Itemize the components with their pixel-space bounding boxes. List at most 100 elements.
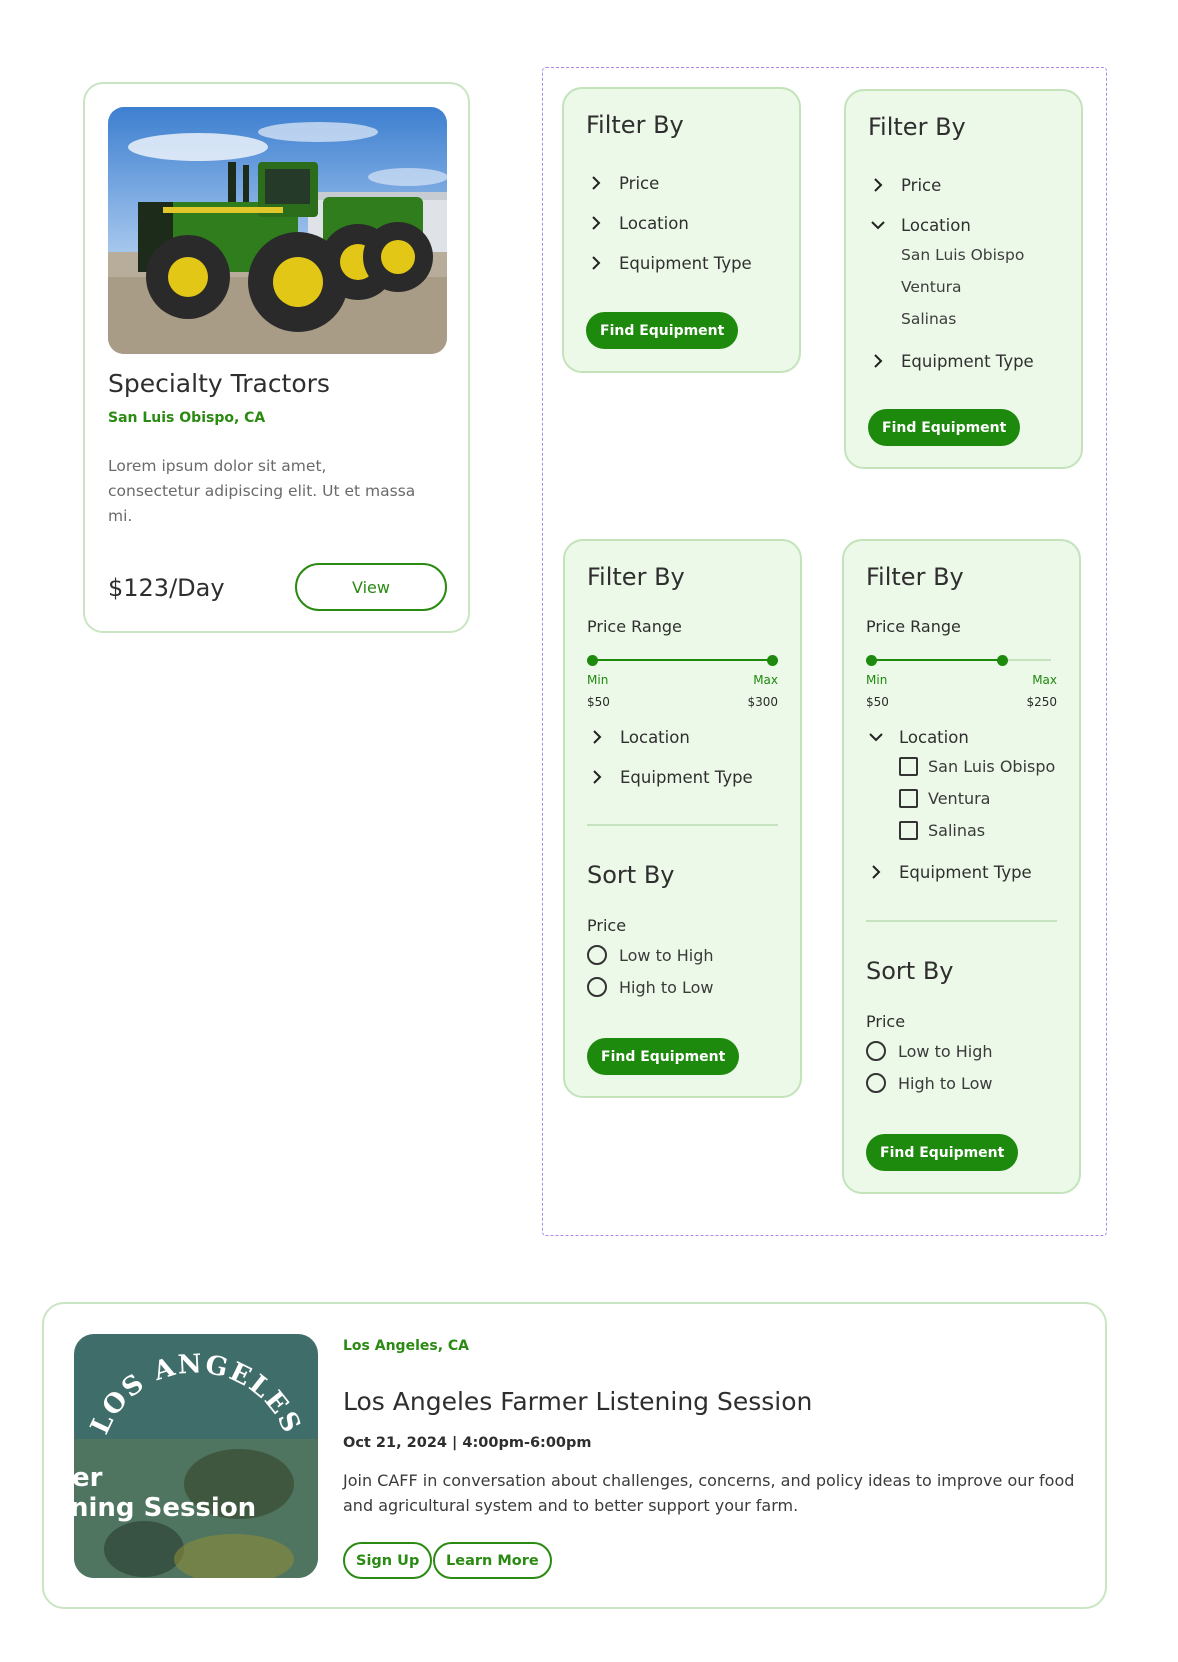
sort-price-label: Price	[587, 916, 627, 935]
sort-option-label: High to Low	[619, 977, 714, 997]
slider-max-handle[interactable]	[997, 655, 1009, 666]
filter-item-label: Price	[619, 173, 660, 193]
filter-item-label: Price	[901, 175, 942, 195]
filter-item-label: Location	[901, 215, 971, 235]
filter-item-label: Location	[620, 727, 690, 747]
location-option: Salinas	[928, 821, 986, 840]
slider-min-label: Min	[866, 673, 888, 687]
filter-item-location[interactable]: Location	[587, 724, 690, 750]
price-range-label: Price Range	[866, 617, 961, 636]
location-checkbox[interactable]: San Luis Obispo	[899, 757, 1055, 776]
slider-max-handle[interactable]	[767, 655, 778, 666]
filter-item-equipment-type[interactable]: Equipment Type	[587, 764, 753, 790]
find-equipment-button[interactable]: Find Equipment	[866, 1134, 1019, 1171]
location-option[interactable]: Salinas	[901, 310, 956, 328]
price-range-slider[interactable]	[866, 655, 1057, 666]
location-option: San Luis Obispo	[928, 757, 1056, 776]
slider-min-value: $50	[587, 695, 610, 709]
filter-item-label: Equipment Type	[901, 351, 1034, 371]
find-equipment-button[interactable]: Find Equipment	[868, 409, 1021, 446]
checkbox-icon[interactable]	[899, 789, 918, 808]
filter-heading: Filter By	[586, 111, 684, 139]
chevron-right-icon	[868, 351, 888, 371]
section-divider	[866, 920, 1057, 922]
filter-item-location[interactable]: Location	[866, 724, 969, 750]
filter-panel-collapsed: Filter By Price Location Equipment Type …	[562, 87, 801, 373]
event-card: LOS ANGELES er ning Session Los Angeles,…	[42, 1302, 1107, 1609]
sign-up-button[interactable]: Sign Up	[343, 1542, 433, 1579]
find-equipment-button[interactable]: Find Equipment	[587, 1038, 740, 1075]
filter-panel-full: Filter By Price Range Min Max $50 $250 L…	[842, 539, 1081, 1194]
chevron-right-icon	[586, 213, 606, 233]
radio-icon[interactable]	[866, 1073, 886, 1093]
filter-item-equipment-type[interactable]: Equipment Type	[866, 859, 1032, 885]
filter-heading: Filter By	[587, 563, 685, 591]
chevron-down-icon	[868, 215, 888, 235]
sort-low-to-high[interactable]: Low to High	[587, 945, 714, 965]
filter-item-label: Equipment Type	[620, 767, 753, 787]
location-checkbox[interactable]: Ventura	[899, 789, 990, 808]
slider-min-handle[interactable]	[866, 655, 877, 666]
slider-fill	[592, 659, 772, 661]
sort-option-label: Low to High	[898, 1041, 993, 1061]
filter-heading: Filter By	[866, 563, 964, 591]
filter-panel-price-range: Filter By Price Range Min Max $50 $300 L…	[563, 539, 802, 1098]
sort-high-to-low[interactable]: High to Low	[587, 977, 714, 997]
filter-item-location[interactable]: Location	[868, 212, 971, 238]
card-location: San Luis Obispo, CA	[108, 410, 266, 426]
sort-heading: Sort By	[866, 957, 954, 985]
chevron-right-icon	[586, 253, 606, 273]
filter-item-label: Equipment Type	[899, 862, 1032, 882]
chevron-right-icon	[586, 173, 606, 193]
sort-low-to-high[interactable]: Low to High	[866, 1041, 993, 1061]
checkbox-icon[interactable]	[899, 757, 918, 776]
learn-more-button[interactable]: Learn More	[433, 1542, 552, 1579]
card-description: Lorem ipsum dolor sit amet, consectetur …	[108, 457, 416, 525]
card-title: Specialty Tractors	[108, 369, 330, 398]
chevron-right-icon	[587, 727, 607, 747]
sort-high-to-low[interactable]: High to Low	[866, 1073, 993, 1093]
sort-price-label: Price	[866, 1012, 906, 1031]
price-range-label: Price Range	[587, 617, 682, 636]
section-divider	[587, 824, 778, 826]
tractor-photo	[108, 107, 447, 354]
slider-max-value: $250	[1026, 695, 1057, 709]
filter-item-price[interactable]: Price	[868, 172, 941, 198]
chevron-right-icon	[868, 175, 888, 195]
event-description: Join CAFF in conversation about challeng…	[343, 1471, 1075, 1515]
find-equipment-button[interactable]: Find Equipment	[586, 312, 739, 349]
price-range-slider[interactable]	[587, 655, 778, 666]
filter-item-equipment-type[interactable]: Equipment Type	[586, 250, 752, 276]
chevron-right-icon	[866, 862, 886, 882]
sort-option-label: High to Low	[898, 1073, 993, 1093]
sort-option-label: Low to High	[619, 945, 714, 965]
location-option[interactable]: Ventura	[901, 278, 962, 296]
filter-item-label: Equipment Type	[619, 253, 752, 273]
image-text-line2: ning Session	[74, 1493, 256, 1523]
slider-min-handle[interactable]	[587, 655, 598, 666]
sort-heading: Sort By	[587, 861, 675, 889]
view-button[interactable]: View	[295, 563, 447, 611]
filter-item-location[interactable]: Location	[586, 210, 689, 236]
location-option[interactable]: San Luis Obispo	[901, 246, 1024, 264]
event-date: Oct 21, 2024 | 4:00pm-6:00pm	[343, 1435, 592, 1451]
slider-min-value: $50	[866, 695, 889, 709]
card-price: $123/Day	[108, 574, 225, 602]
radio-icon[interactable]	[866, 1041, 886, 1061]
filter-item-label: Location	[899, 727, 969, 747]
location-checkbox[interactable]: Salinas	[899, 821, 985, 840]
event-image: LOS ANGELES er ning Session	[74, 1334, 318, 1578]
slider-min-label: Min	[587, 673, 609, 687]
radio-icon[interactable]	[587, 977, 607, 997]
slider-max-label: Max	[753, 673, 778, 687]
filter-item-equipment-type[interactable]: Equipment Type	[868, 348, 1034, 374]
radio-icon[interactable]	[587, 945, 607, 965]
chevron-down-icon	[866, 727, 886, 747]
image-text-line1: er	[74, 1463, 103, 1493]
checkbox-icon[interactable]	[899, 821, 918, 840]
equipment-card: Specialty Tractors San Luis Obispo, CA L…	[83, 82, 470, 633]
filter-item-price[interactable]: Price	[586, 170, 659, 196]
filter-item-label: Location	[619, 213, 689, 233]
slider-fill	[871, 659, 1003, 661]
event-title: Los Angeles Farmer Listening Session	[343, 1387, 813, 1416]
